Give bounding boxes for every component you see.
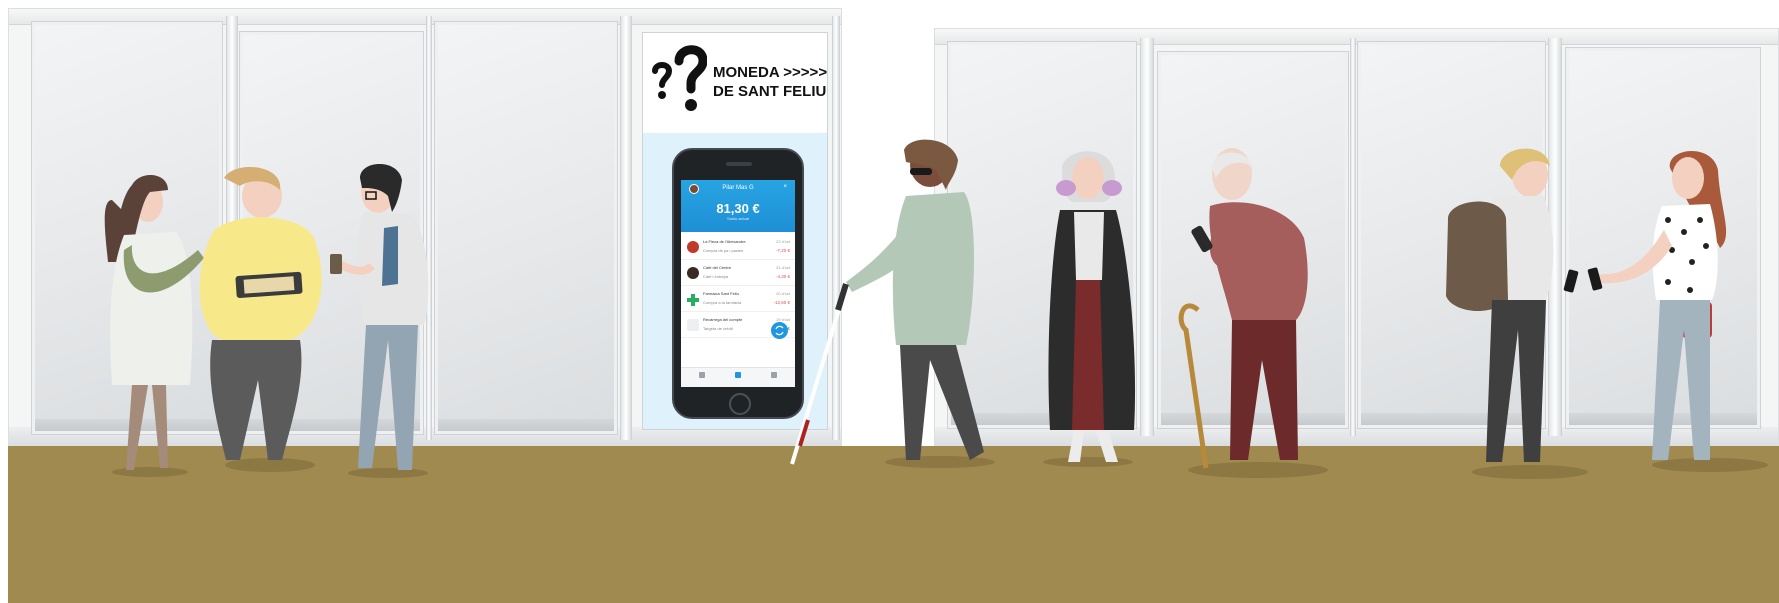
person-woman-coat [1048,151,1136,462]
person-woman-green [104,174,204,470]
person-man-elderly [1178,148,1308,469]
person-man-backpack [1446,148,1579,462]
street-scene: MONEDA >>>>> DE SANT FELIU Pilar Mas G ×… [0,0,1779,603]
people-illustration [104,139,1768,479]
person-woman-polkadot [1587,150,1727,460]
person-man-cane [790,139,984,465]
person-man-glasses [330,164,429,470]
person-man-yellow [199,166,322,460]
